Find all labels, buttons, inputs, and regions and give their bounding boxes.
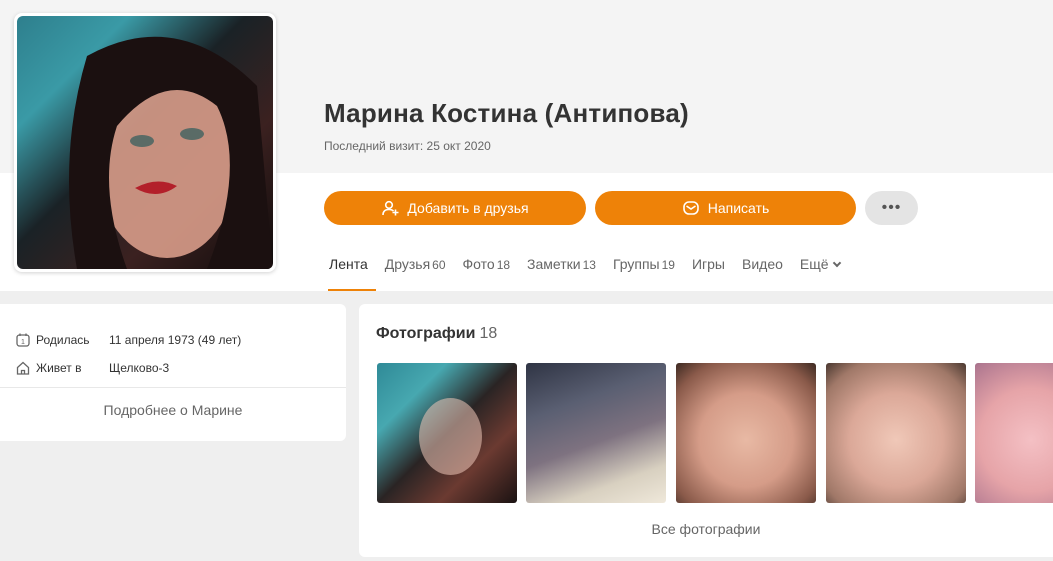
divider (0, 387, 346, 388)
tab-label: Заметки (527, 256, 581, 272)
add-friend-button[interactable]: Добавить в друзья (324, 191, 586, 225)
chevron-down-icon (832, 258, 841, 268)
profile-avatar[interactable] (14, 13, 276, 272)
photos-title-label: Фотографии (376, 325, 476, 342)
tab-photos[interactable]: Фото 18 (458, 250, 519, 291)
add-friend-label: Добавить в друзья (407, 200, 529, 216)
more-actions-button[interactable]: ••• (865, 191, 918, 225)
birth-label: Родилась (36, 333, 90, 347)
tab-label: Ещё (799, 256, 829, 272)
more-actions-label: ••• (881, 199, 902, 216)
tab-label: Видео (742, 256, 783, 272)
tab-count: 60 (432, 258, 446, 272)
envelope-icon (682, 201, 699, 215)
tab-count: 13 (582, 258, 596, 272)
tab-label: Группы (612, 256, 660, 272)
tab-count: 19 (661, 258, 675, 272)
photo-thumbnail[interactable] (975, 363, 1053, 503)
tab-video[interactable]: Видео (737, 250, 791, 291)
photo-thumbnail[interactable] (676, 363, 816, 503)
about-more-link[interactable]: Подробнее о Марине (0, 402, 346, 418)
birth-info: 1 Родилась 11 апреля 1973 (49 лет) (15, 332, 241, 348)
photos-title[interactable]: Фотографии 18 (376, 325, 497, 343)
location-info: Живет в Щелково-3 (15, 360, 169, 376)
photo-thumbnail[interactable] (826, 363, 966, 503)
tab-label: Лента (329, 256, 368, 272)
location-value[interactable]: Щелково-3 (109, 361, 169, 375)
write-message-label: Написать (707, 200, 770, 216)
tab-label: Фото (462, 256, 495, 272)
tab-feed[interactable]: Лента (324, 250, 376, 291)
last-visit: Последний визит: 25 окт 2020 (324, 139, 491, 153)
tab-more[interactable]: Ещё (795, 250, 848, 291)
tab-games[interactable]: Игры (687, 250, 733, 291)
tab-label: Друзья (384, 256, 431, 272)
calendar-icon: 1 (16, 333, 30, 347)
photos-count: 18 (479, 325, 498, 342)
tab-notes[interactable]: Заметки 13 (522, 250, 604, 291)
profile-tabs: Лента Друзья 60 Фото 18 Заметки 13 Группы 19… (324, 250, 852, 291)
tab-groups[interactable]: Группы 19 (608, 250, 683, 291)
write-message-button[interactable]: Написать (595, 191, 856, 225)
photo-thumbnail[interactable] (526, 363, 666, 503)
tab-label: Игры (691, 256, 725, 272)
profile-name: Марина Костина (Антипова) (324, 98, 689, 128)
photo-thumbnail[interactable] (377, 363, 517, 503)
location-label: Живет в (36, 361, 82, 375)
birth-value: 11 апреля 1973 (49 лет) (109, 333, 242, 347)
about-card: 1 Родилась 11 апреля 1973 (49 лет) Живет… (0, 304, 346, 441)
photos-card: Фотографии 18 Все фотографии (359, 304, 1053, 557)
avatar-photo (17, 16, 273, 269)
svg-text:1: 1 (21, 339, 25, 346)
home-icon (16, 361, 30, 375)
tab-count: 18 (496, 258, 511, 272)
tab-friends[interactable]: Друзья 60 (380, 250, 454, 291)
all-photos-link[interactable]: Все фотографии (359, 521, 1053, 537)
add-friend-icon (382, 200, 399, 216)
